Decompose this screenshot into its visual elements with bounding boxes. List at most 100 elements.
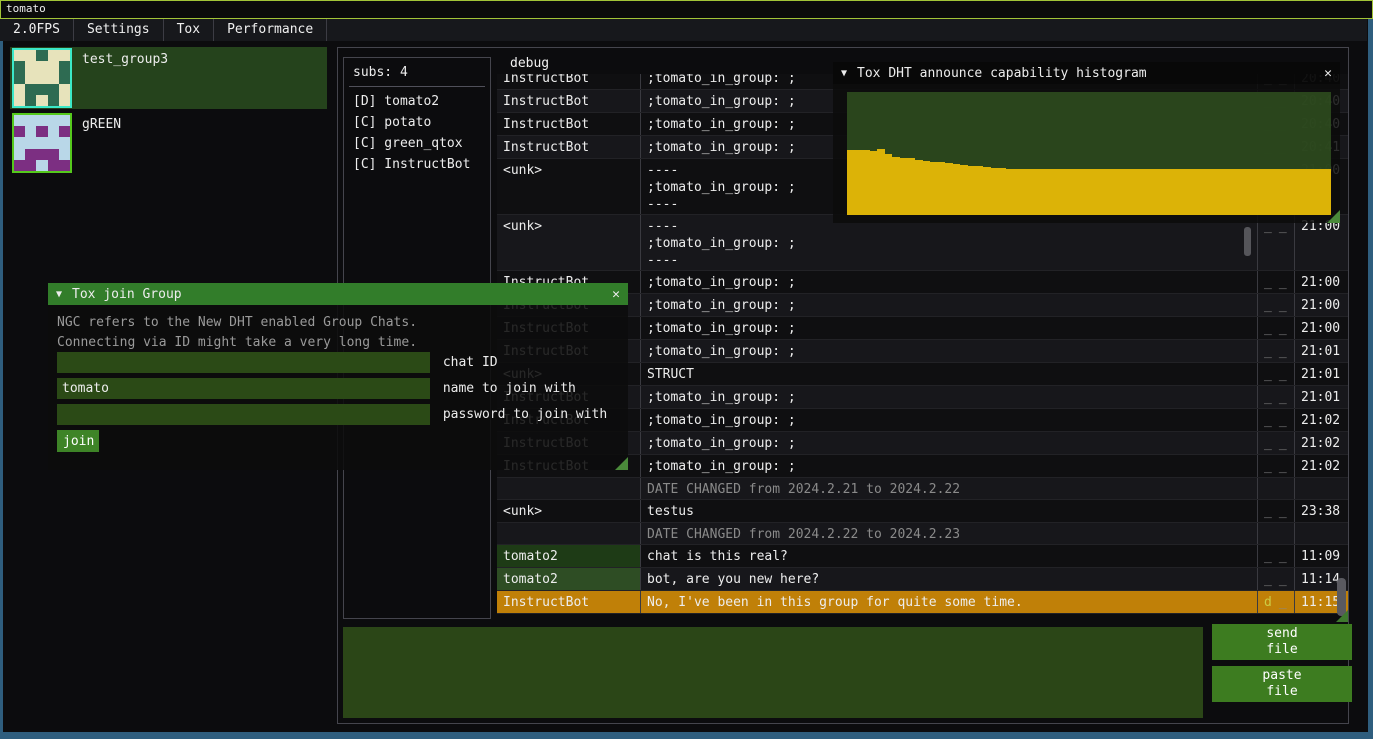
timestamp-cell: 23:38 xyxy=(1294,500,1348,522)
menu-item-performance[interactable]: Performance xyxy=(214,19,327,41)
avatar-pixel xyxy=(48,72,59,83)
histogram-bar xyxy=(1059,169,1067,215)
hint-line-1: NGC refers to the New DHT enabled Group … xyxy=(57,315,417,330)
date-changed-row[interactable]: DATE CHANGED from 2024.2.21 to 2024.2.22 xyxy=(497,478,1348,500)
histogram-bar xyxy=(1127,169,1135,215)
avatar-pixel xyxy=(36,149,47,160)
member-item[interactable]: [C] InstructBot xyxy=(344,154,490,175)
table-row[interactable]: tomato2chat is this real?__11:09 xyxy=(497,545,1348,568)
histogram-bar xyxy=(1089,169,1097,215)
histogram-bar xyxy=(938,162,946,215)
delivery-flags-cell: __ xyxy=(1257,386,1294,408)
table-row[interactable]: <unk>---- ;tomato_in_group: ; ----__21:0… xyxy=(497,215,1348,271)
avatar-pixel xyxy=(14,160,25,171)
avatar-pixel xyxy=(59,149,70,160)
message-cell: ;tomato_in_group: ; xyxy=(640,455,1257,477)
message-input[interactable] xyxy=(343,627,1203,718)
table-row[interactable]: tomato2bot, are you new here?__11:14 xyxy=(497,568,1348,591)
delivery-flag: _ xyxy=(1264,343,1272,360)
member-item[interactable]: [C] green_qtox xyxy=(344,133,490,154)
histogram-bar xyxy=(900,158,908,215)
paste-file-label-line1: paste xyxy=(1218,668,1346,684)
date-changed-row[interactable]: DATE CHANGED from 2024.2.22 to 2024.2.23 xyxy=(497,523,1348,545)
delivery-flag: _ xyxy=(1279,343,1287,360)
delivery-flag: _ xyxy=(1279,412,1287,429)
sender-name-cell: <unk> xyxy=(497,500,640,522)
delivery-flag: _ xyxy=(1264,503,1272,520)
message-cell: ;tomato_in_group: ; xyxy=(640,409,1257,431)
paste-file-button[interactable]: paste file xyxy=(1212,666,1352,702)
join-name-input[interactable] xyxy=(57,378,430,399)
menu-item-2.0fps[interactable]: 2.0FPS xyxy=(0,19,74,41)
join-button[interactable]: join xyxy=(57,430,99,452)
histogram-bar xyxy=(976,166,984,215)
histogram-titlebar[interactable]: ▼ Tox DHT announce capability histogram … xyxy=(833,62,1340,84)
avatar-pixel xyxy=(25,160,36,171)
histogram-bar xyxy=(1066,169,1074,215)
group-item-gREEN[interactable]: gREEN xyxy=(10,112,327,174)
histogram-bar xyxy=(915,160,923,215)
avatar-pixel xyxy=(48,50,59,61)
send-file-button[interactable]: send file xyxy=(1212,624,1352,660)
delivery-flag: _ xyxy=(1264,571,1272,588)
delivery-flags-cell xyxy=(1257,478,1294,499)
member-item[interactable]: [D] tomato2 xyxy=(344,91,490,112)
paste-file-label-line2: file xyxy=(1218,684,1346,700)
close-icon[interactable]: ✕ xyxy=(612,287,620,302)
menu-bar: 2.0FPSSettingsToxPerformance xyxy=(0,19,1367,41)
member-item[interactable]: [C] potato xyxy=(344,112,490,133)
histogram-bar xyxy=(870,151,878,215)
histogram-bar xyxy=(1255,169,1263,215)
histogram-bar xyxy=(1233,169,1241,215)
message-scrollbar[interactable] xyxy=(1244,227,1251,256)
delivery-flag: _ xyxy=(1279,297,1287,314)
delivery-flag: _ xyxy=(1279,274,1287,291)
window-titlebar[interactable]: tomato xyxy=(0,0,1373,19)
histogram-bar xyxy=(1293,169,1301,215)
histogram-bar xyxy=(1218,169,1226,215)
join-password-input[interactable] xyxy=(57,404,430,425)
delivery-flag: _ xyxy=(1279,366,1287,383)
date-changed-text: DATE CHANGED from 2024.2.21 to 2024.2.22 xyxy=(640,478,1257,499)
message-cell: ;tomato_in_group: ; xyxy=(640,386,1257,408)
window-edge-right xyxy=(1368,19,1373,739)
sender-name-cell: <unk> xyxy=(497,215,640,270)
close-icon[interactable]: ✕ xyxy=(1324,66,1332,81)
sender-name-cell: <unk> xyxy=(497,159,640,214)
histogram-bar xyxy=(892,157,900,215)
delivery-flags-cell: __ xyxy=(1257,545,1294,567)
delivery-flags-cell: __ xyxy=(1257,340,1294,362)
tab-debug[interactable]: debug xyxy=(510,56,549,71)
histogram-bar xyxy=(1029,169,1037,215)
join-password-label: password to join with xyxy=(443,407,607,422)
table-row[interactable]: <unk>testus__23:38 xyxy=(497,500,1348,523)
avatar-pixel xyxy=(36,50,47,61)
sender-name-cell xyxy=(497,478,640,499)
delivery-flags-cell: __ xyxy=(1257,409,1294,431)
chat-id-input[interactable] xyxy=(57,352,430,373)
message-cell: STRUCT xyxy=(640,363,1257,385)
histogram-bar xyxy=(945,163,953,215)
join-dialog-body: NGC refers to the New DHT enabled Group … xyxy=(48,305,628,470)
menu-item-tox[interactable]: Tox xyxy=(164,19,214,41)
message-cell: ---- ;tomato_in_group: ; ---- xyxy=(640,215,1257,270)
histogram-bar xyxy=(908,158,916,215)
message-cell: chat is this real? xyxy=(640,545,1257,567)
group-item-test_group3[interactable]: test_group3 xyxy=(10,47,327,109)
histogram-bar xyxy=(1308,169,1316,215)
avatar-pixel xyxy=(25,95,36,106)
resize-grip-icon[interactable] xyxy=(615,457,628,470)
avatar-pixel xyxy=(14,61,25,72)
table-resize-grip-icon[interactable] xyxy=(1336,610,1348,622)
collapse-arrow-icon[interactable]: ▼ xyxy=(841,68,847,79)
join-dialog-titlebar[interactable]: ▼ Tox join Group ✕ xyxy=(48,283,628,305)
histogram-bar xyxy=(1202,169,1210,215)
table-row[interactable]: InstructBotNo, I've been in this group f… xyxy=(497,591,1348,614)
collapse-arrow-icon[interactable]: ▼ xyxy=(56,289,62,300)
histogram-bar xyxy=(1323,169,1331,215)
menu-item-settings[interactable]: Settings xyxy=(74,19,164,41)
delivery-flag: _ xyxy=(1264,389,1272,406)
avatar-pixel xyxy=(36,95,47,106)
resize-grip-icon[interactable] xyxy=(1327,210,1340,223)
histogram-bar xyxy=(1248,169,1256,215)
